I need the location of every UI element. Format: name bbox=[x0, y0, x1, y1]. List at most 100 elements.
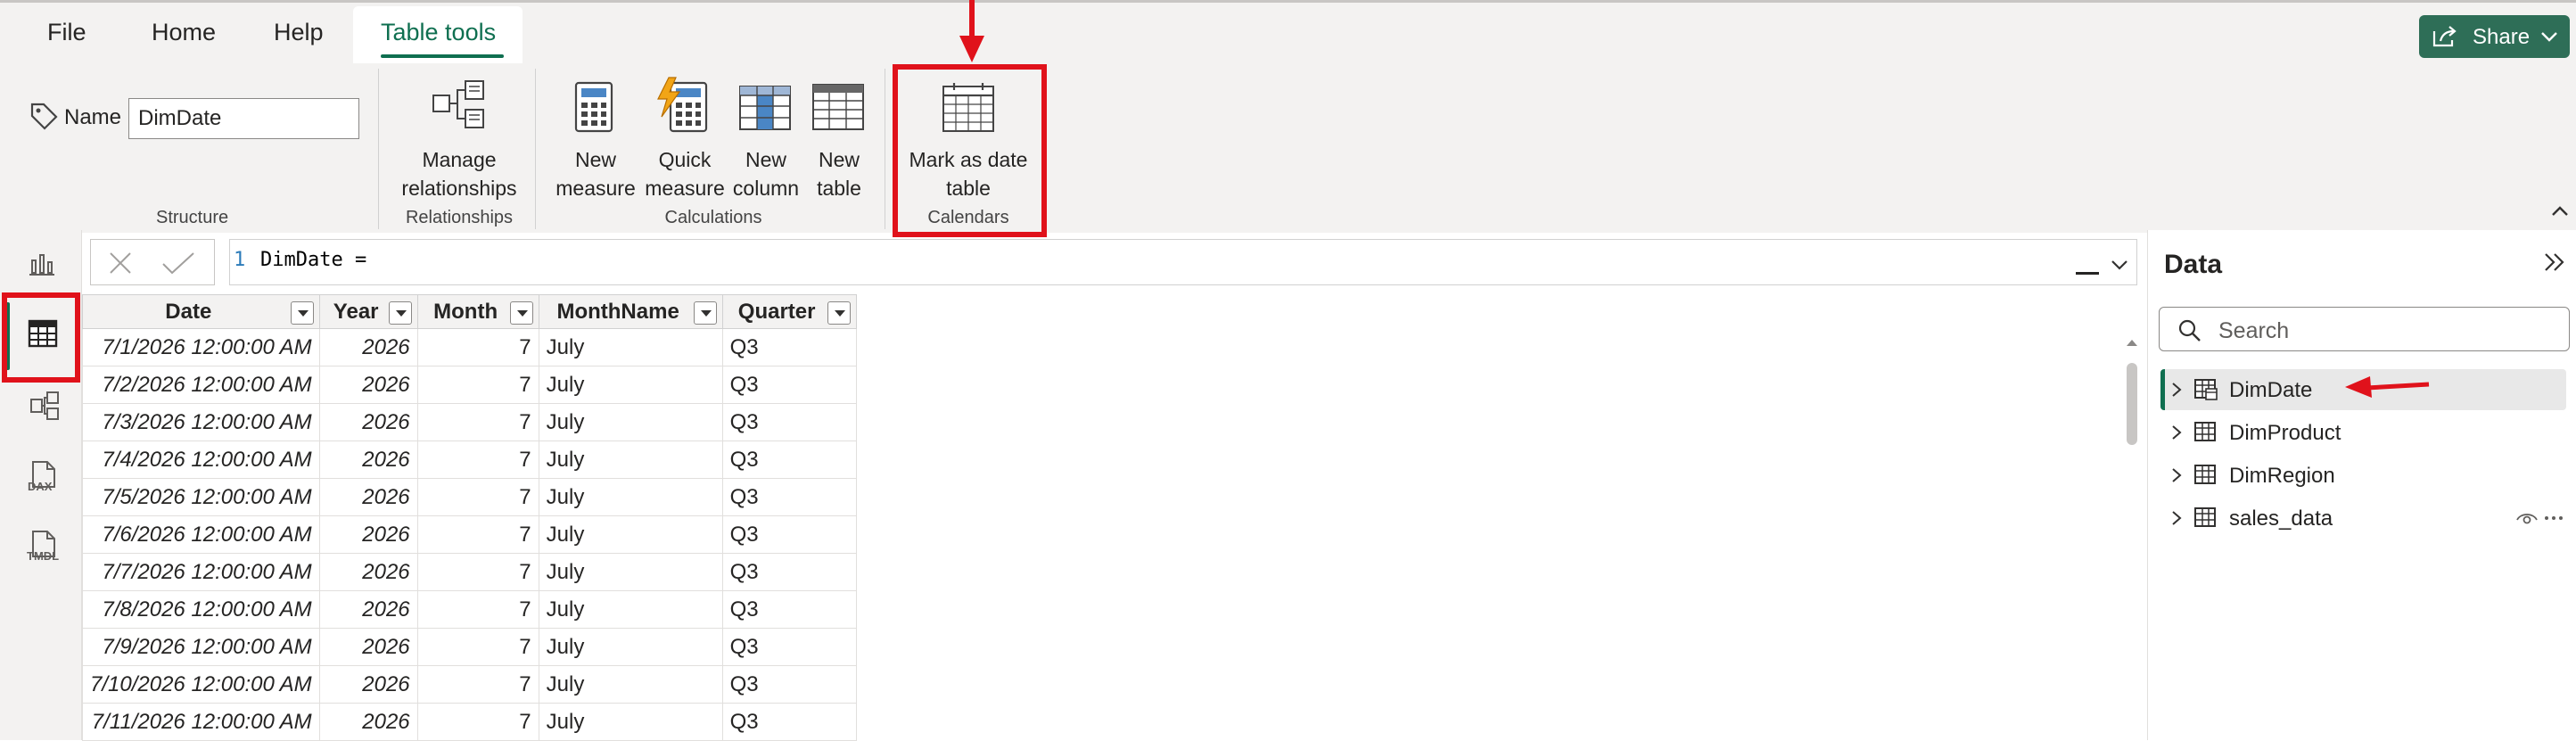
cell-date[interactable]: 7/11/2026 12:00:00 AM bbox=[82, 703, 320, 741]
cell-date[interactable]: 7/2/2026 12:00:00 AM bbox=[82, 366, 320, 404]
cell-month[interactable]: 7 bbox=[416, 328, 539, 366]
cell-month[interactable]: 7 bbox=[416, 478, 539, 516]
cell-monthname[interactable]: July bbox=[538, 590, 723, 629]
column-filter-dropdown[interactable] bbox=[388, 301, 412, 325]
new-measure-button[interactable]: New measure bbox=[551, 69, 640, 202]
collapse-ribbon-icon[interactable] bbox=[2550, 204, 2570, 218]
column-filter-dropdown[interactable] bbox=[509, 301, 533, 325]
cell-monthname[interactable]: July bbox=[538, 703, 723, 741]
model-view-icon[interactable] bbox=[29, 391, 60, 421]
cell-month[interactable]: 7 bbox=[416, 403, 539, 441]
cell-date[interactable]: 7/8/2026 12:00:00 AM bbox=[82, 590, 320, 629]
expand-formula-icon[interactable] bbox=[2110, 258, 2129, 272]
table-item-dimregion[interactable]: DimRegion bbox=[2160, 455, 2566, 496]
search-box[interactable]: Search bbox=[2159, 307, 2570, 351]
cell-monthname[interactable]: July bbox=[538, 328, 723, 366]
cell-date[interactable]: 7/1/2026 12:00:00 AM bbox=[82, 328, 320, 366]
cell-quarter[interactable]: Q3 bbox=[721, 403, 857, 441]
column-header-date[interactable]: Date bbox=[82, 294, 320, 329]
report-view-icon[interactable] bbox=[28, 250, 56, 276]
cell-date[interactable]: 7/4/2026 12:00:00 AM bbox=[82, 440, 320, 479]
column-filter-dropdown[interactable] bbox=[290, 301, 314, 325]
cell-date[interactable]: 7/10/2026 12:00:00 AM bbox=[82, 665, 320, 704]
cell-quarter[interactable]: Q3 bbox=[721, 590, 857, 629]
collapse-pane-icon[interactable] bbox=[2543, 251, 2566, 273]
cell-monthname[interactable]: July bbox=[538, 440, 723, 479]
tab-file[interactable]: File bbox=[47, 19, 86, 46]
cell-month[interactable]: 7 bbox=[416, 553, 539, 591]
tab-home[interactable]: Home bbox=[152, 19, 216, 46]
column-header-month[interactable]: Month bbox=[416, 294, 539, 329]
cell-monthname[interactable]: July bbox=[538, 665, 723, 704]
cell-monthname[interactable]: July bbox=[538, 366, 723, 404]
cell-quarter[interactable]: Q3 bbox=[721, 703, 857, 741]
quick-measure-button[interactable]: Quick measure bbox=[640, 69, 729, 202]
cell-date[interactable]: 7/5/2026 12:00:00 AM bbox=[82, 478, 320, 516]
formula-editor[interactable]: 1 DimDate = bbox=[229, 239, 2137, 285]
cell-quarter[interactable]: Q3 bbox=[721, 628, 857, 666]
column-filter-dropdown[interactable] bbox=[693, 301, 717, 325]
cell-quarter[interactable]: Q3 bbox=[721, 328, 857, 366]
formula-collapse-icon[interactable] bbox=[2076, 272, 2099, 275]
chevron-right-icon[interactable] bbox=[2170, 509, 2183, 527]
cell-year[interactable]: 2026 bbox=[318, 440, 418, 479]
cell-year[interactable]: 2026 bbox=[318, 515, 418, 554]
column-header-year[interactable]: Year bbox=[318, 294, 418, 329]
new-column-button[interactable]: New column bbox=[729, 69, 802, 202]
table-item-dimproduct[interactable]: DimProduct bbox=[2160, 412, 2566, 453]
cell-year[interactable]: 2026 bbox=[318, 366, 418, 404]
cell-quarter[interactable]: Q3 bbox=[721, 553, 857, 591]
cancel-icon[interactable] bbox=[107, 251, 134, 276]
cell-monthname[interactable]: July bbox=[538, 628, 723, 666]
cell-year[interactable]: 2026 bbox=[318, 703, 418, 741]
cell-quarter[interactable]: Q3 bbox=[721, 665, 857, 704]
cell-monthname[interactable]: July bbox=[538, 478, 723, 516]
cell-date[interactable]: 7/9/2026 12:00:00 AM bbox=[82, 628, 320, 666]
cell-quarter[interactable]: Q3 bbox=[721, 515, 857, 554]
column-filter-dropdown[interactable] bbox=[827, 301, 851, 325]
chevron-right-icon[interactable] bbox=[2170, 424, 2183, 441]
cell-month[interactable]: 7 bbox=[416, 515, 539, 554]
table-item-sales-data[interactable]: sales_data bbox=[2160, 498, 2566, 539]
chevron-right-icon[interactable] bbox=[2170, 381, 2183, 399]
table-name-input[interactable]: DimDate bbox=[128, 98, 359, 139]
cell-date[interactable]: 7/7/2026 12:00:00 AM bbox=[82, 553, 320, 591]
eye-icon[interactable] bbox=[2515, 510, 2539, 526]
commit-icon[interactable] bbox=[160, 251, 196, 276]
tab-table-tools[interactable]: Table tools bbox=[381, 19, 496, 46]
cell-month[interactable]: 7 bbox=[416, 665, 539, 704]
cell-month[interactable]: 7 bbox=[416, 590, 539, 629]
cell-year[interactable]: 2026 bbox=[318, 403, 418, 441]
cell-month[interactable]: 7 bbox=[416, 440, 539, 479]
cell-month[interactable]: 7 bbox=[416, 703, 539, 741]
cell-date[interactable]: 7/6/2026 12:00:00 AM bbox=[82, 515, 320, 554]
cell-date[interactable]: 7/3/2026 12:00:00 AM bbox=[82, 403, 320, 441]
cell-monthname[interactable]: July bbox=[538, 515, 723, 554]
cell-quarter[interactable]: Q3 bbox=[721, 478, 857, 516]
formula-commit-box bbox=[90, 239, 215, 285]
cell-year[interactable]: 2026 bbox=[318, 553, 418, 591]
scroll-up-icon[interactable] bbox=[2125, 337, 2139, 348]
more-options-icon[interactable] bbox=[2544, 515, 2564, 521]
cell-year[interactable]: 2026 bbox=[318, 628, 418, 666]
manage-relationships-button[interactable]: Manage relationships bbox=[392, 69, 526, 202]
cell-month[interactable]: 7 bbox=[416, 366, 539, 404]
quick-measure-line1: Quick bbox=[658, 148, 712, 171]
cell-monthname[interactable]: July bbox=[538, 553, 723, 591]
cell-year[interactable]: 2026 bbox=[318, 328, 418, 366]
cell-year[interactable]: 2026 bbox=[318, 665, 418, 704]
column-header-quarter[interactable]: Quarter bbox=[721, 294, 857, 329]
column-header-monthname[interactable]: MonthName bbox=[538, 294, 723, 329]
cell-year[interactable]: 2026 bbox=[318, 478, 418, 516]
cell-monthname[interactable]: July bbox=[538, 403, 723, 441]
new-table-button[interactable]: New table bbox=[802, 69, 876, 202]
cell-quarter[interactable]: Q3 bbox=[721, 440, 857, 479]
share-button[interactable]: Share bbox=[2419, 15, 2570, 58]
cell-quarter[interactable]: Q3 bbox=[721, 366, 857, 404]
cell-year[interactable]: 2026 bbox=[318, 590, 418, 629]
search-input[interactable]: Search bbox=[2218, 318, 2289, 344]
cell-month[interactable]: 7 bbox=[416, 628, 539, 666]
tab-help[interactable]: Help bbox=[274, 19, 324, 46]
chevron-right-icon[interactable] bbox=[2170, 466, 2183, 484]
vertical-scrollbar-thumb[interactable] bbox=[2127, 363, 2137, 445]
